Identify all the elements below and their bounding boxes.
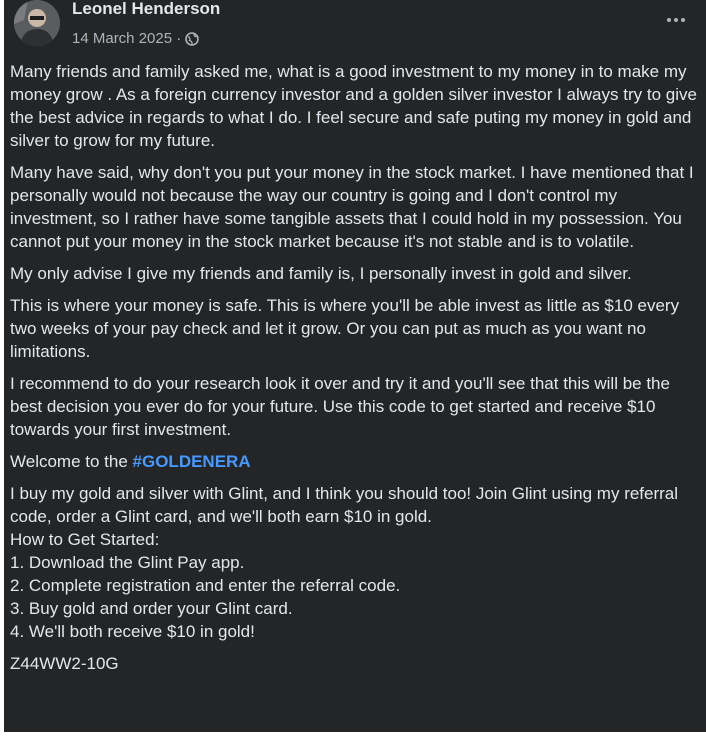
post-paragraph: This is where your money is safe. This i… [10, 296, 680, 361]
author-name[interactable]: Leonel Henderson [72, 0, 220, 17]
step-item: 2. Complete registration and enter the r… [10, 576, 401, 595]
post-paragraph: My only advise I give my friends and fam… [10, 264, 632, 283]
hashtag-link[interactable]: #GOLDENERA [133, 452, 251, 471]
post-paragraph: Many have said, why don't you put your m… [10, 163, 694, 251]
referral-code: Z44WW2-10G [10, 654, 119, 673]
post-body: Many friends and family asked me, what i… [10, 60, 704, 684]
glint-section: I buy my gold and silver with Glint, and… [10, 482, 704, 643]
avatar-image [14, 0, 60, 46]
post-paragraph: Many friends and family asked me, what i… [10, 62, 697, 150]
step-item: 1. Download the Glint Pay app. [10, 553, 245, 572]
post-paragraph: I recommend to do your research look it … [10, 374, 670, 439]
more-horizontal-icon[interactable] [664, 8, 688, 32]
step-item: 4. We'll both receive $10 in gold! [10, 622, 255, 641]
post-meta: 14 March 2025 · [72, 30, 200, 47]
avatar[interactable] [14, 0, 60, 46]
welcome-text: Welcome to the [10, 452, 133, 471]
post-header: Leonel Henderson 14 March 2025 · [4, 0, 706, 62]
how-to-heading: How to Get Started: [10, 530, 160, 549]
glint-intro: I buy my gold and silver with Glint, and… [10, 484, 679, 526]
post-date[interactable]: 14 March 2025 · [72, 30, 181, 47]
post-card: Leonel Henderson 14 March 2025 · Many fr… [4, 0, 706, 732]
globe-icon [185, 31, 200, 46]
welcome-line: Welcome to the #GOLDENERA [10, 450, 704, 473]
step-item: 3. Buy gold and order your Glint card. [10, 599, 293, 618]
